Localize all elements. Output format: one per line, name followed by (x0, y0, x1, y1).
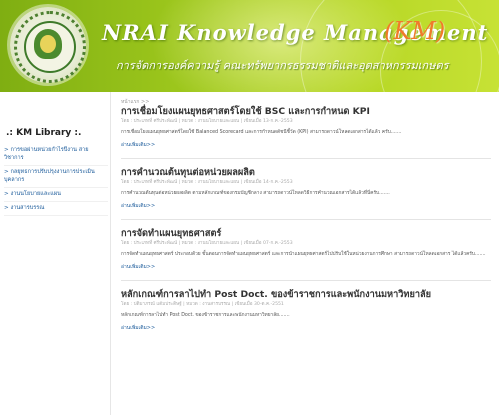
sidebar-item[interactable]: > งานนโยบายและแผน (4, 188, 108, 202)
divider (121, 280, 491, 281)
divider (121, 158, 491, 159)
sidebar: .: KM Library :. > การขอผ่านหน่วยกำไรปีง… (0, 92, 111, 415)
article-summary: หลักเกณฑ์การลาไปทำ Post Doct. ของข้าราชก… (121, 313, 290, 318)
article-summary: การจัดทำแผนยุทธศาสตร์ ประกอบด้วย ขั้นตอน… (121, 252, 486, 257)
sidebar-heading: .: KM Library :. (6, 128, 82, 138)
article-meta: โดย : ประเภทที่ ศรีประพัฒน์ | หมวด : งาน… (121, 241, 293, 246)
site-title-accent: (KM) (384, 17, 446, 45)
breadcrumb[interactable]: หน้าแรก >> (121, 98, 491, 106)
sidebar-item[interactable]: > กลยุทธการปรับปรุงงานการประเมินบุคลากร (4, 166, 108, 188)
site-subtitle: การจัดการองค์ความรู้ คณะทรัพยากรธรรมชาติ… (116, 59, 449, 72)
read-more-link[interactable]: อ่านเพิ่มเติม>> (121, 325, 491, 332)
article-summary: การคำนวณต้นทุนต่อหน่วยผลผลิต ตามหลักเกณฑ… (121, 191, 390, 196)
article: การจัดทำแผนยุทธศาสตร์ โดย : ประเภทที่ ศร… (121, 228, 491, 271)
article-meta: โดย : ปติมาภรณ์ แต้มประดิษฐ์ | หมวด : งา… (121, 302, 284, 307)
article: การเชื่อมโยงแผนยุทธศาสตร์โดยใช้ BSC และก… (121, 106, 491, 149)
article-meta: โดย : ประเภทที่ ศรีประพัฒน์ | หมวด : งาน… (121, 119, 293, 124)
university-seal-icon[interactable] (10, 7, 86, 83)
header-banner: NRAI Knowledge Management (KM) การจัดการ… (0, 0, 499, 92)
article: การคำนวณต้นทุนต่อหน่วยผลผลิต โดย : ประเภ… (121, 167, 491, 210)
article-title[interactable]: การจัดทำแผนยุทธศาสตร์ (121, 228, 491, 239)
article-title[interactable]: การคำนวณต้นทุนต่อหน่วยผลผลิต (121, 167, 491, 178)
article-title[interactable]: หลักเกณฑ์การลาไปทำ Post Doct. ของข้าราชก… (121, 289, 491, 300)
divider (121, 219, 491, 220)
sidebar-list: > การขอผ่านหน่วยกำไรปีงาน สายวิชาการ > ก… (4, 144, 108, 216)
article-meta: โดย : ประเภทที่ ศรีประพัฒน์ | หมวด : งาน… (121, 180, 293, 185)
read-more-link[interactable]: อ่านเพิ่มเติม>> (121, 142, 491, 149)
read-more-link[interactable]: อ่านเพิ่มเติม>> (121, 203, 491, 210)
sidebar-item[interactable]: > การขอผ่านหน่วยกำไรปีงาน สายวิชาการ (4, 144, 108, 166)
sidebar-item[interactable]: > งานสารบรรณ (4, 202, 108, 216)
article-summary: การเชื่อมโยงแผนยุทธศาสตร์โดยใช้ Balanced… (121, 130, 402, 135)
read-more-link[interactable]: อ่านเพิ่มเติม>> (121, 264, 491, 271)
main-content: หน้าแรก >> การเชื่อมโยงแผนยุทธศาสตร์โดยใ… (121, 98, 491, 415)
article-title[interactable]: การเชื่อมโยงแผนยุทธศาสตร์โดยใช้ BSC และก… (121, 106, 491, 117)
article: หลักเกณฑ์การลาไปทำ Post Doct. ของข้าราชก… (121, 289, 491, 332)
